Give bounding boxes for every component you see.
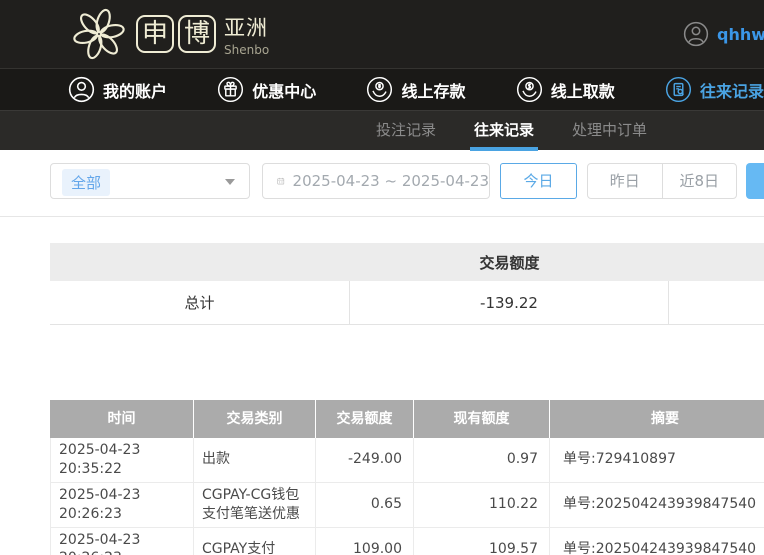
logo-region-text: 亚洲 (224, 12, 269, 42)
date-range-input[interactable]: 2025-04-23 ~ 2025-04-23 (262, 163, 490, 199)
user-avatar-icon (683, 21, 709, 47)
cell-time: 2025-04-23 20:26:23 (50, 528, 194, 555)
site-header: 申 博 亚洲 Shenbo qhhw (0, 0, 764, 68)
page: 申 博 亚洲 Shenbo qhhw (0, 0, 764, 555)
logo-flower-icon (70, 5, 128, 63)
chevron-down-icon (225, 179, 235, 185)
tab-transaction-records[interactable]: 往来记录 (470, 111, 538, 151)
cell-balance: 110.22 (414, 483, 550, 528)
yesterday-button[interactable]: 昨日 (588, 164, 663, 198)
col-header-summary: 摘要 (550, 400, 764, 438)
tab-betting-records[interactable]: 投注记录 (372, 111, 440, 151)
type-select[interactable]: 全部 (50, 163, 250, 199)
main-nav: 我的账户 优惠中心 线上存款 (0, 68, 764, 110)
table-row: 2025-04-23 20:26:23 CGPAY-CG钱包支付笔笔送优惠 0.… (50, 483, 764, 528)
nav-item-withdraw[interactable]: 线上取款 (516, 76, 615, 103)
username: qhhw (717, 25, 764, 44)
summary-empty-cell (669, 281, 764, 325)
gift-icon (217, 76, 244, 103)
nav-item-label: 线上存款 (401, 78, 465, 102)
cell-type: 出款 (194, 438, 316, 483)
summary-header-label: 交易额度 (350, 252, 669, 273)
cell-summary: 单号:729410897 (550, 438, 764, 483)
calendar-icon (277, 173, 285, 189)
summary-total-label: 总计 (50, 281, 350, 325)
logo-char-shen: 申 (136, 15, 174, 53)
summary-total-value: -139.22 (350, 281, 669, 325)
type-select-value: 全部 (62, 169, 110, 196)
cell-summary: 单号:202504243939847540 (550, 528, 764, 555)
cell-amount: 109.00 (316, 528, 414, 555)
quick-date-buttons: 昨日 近8日 (587, 163, 737, 199)
nav-item-deposit[interactable]: 线上存款 (366, 76, 465, 103)
summary-table: 交易额度 总计 -139.22 (50, 243, 764, 325)
cell-type: CGPAY-CG钱包支付笔笔送优惠 (194, 483, 316, 528)
col-header-amount: 交易额度 (316, 400, 414, 438)
user-account[interactable]: qhhw (683, 0, 764, 68)
col-header-type: 交易类别 (194, 400, 316, 438)
logo: 申 博 亚洲 Shenbo (70, 5, 269, 63)
today-button[interactable]: 今日 (500, 163, 577, 199)
last-8-days-button[interactable]: 近8日 (663, 164, 737, 198)
table-row: 2025-04-23 20:26:23 CGPAY支付 109.00 109.5… (50, 528, 764, 555)
nav-item-label: 优惠中心 (252, 78, 316, 102)
cell-balance: 109.57 (414, 528, 550, 555)
nav-item-promotions[interactable]: 优惠中心 (217, 76, 316, 103)
summary-total-row: 总计 -139.22 (50, 281, 764, 325)
search-button[interactable] (746, 163, 764, 199)
records-table: 时间 交易类别 交易额度 现有额度 摘要 2025-04-23 20:35:22… (50, 400, 764, 555)
deposit-hand-coin-icon (366, 76, 393, 103)
nav-item-label: 往来记录 (700, 78, 764, 102)
cell-balance: 0.97 (414, 438, 550, 483)
cell-summary: 单号:202504243939847540 (550, 483, 764, 528)
summary-header-row: 交易额度 (50, 243, 764, 281)
logo-subtitle: Shenbo (224, 43, 269, 57)
records-document-icon (665, 76, 692, 103)
table-row: 2025-04-23 20:35:22 出款 -249.00 0.97 单号:7… (50, 438, 764, 483)
nav-item-records[interactable]: 往来记录 (665, 76, 764, 103)
user-icon (68, 76, 95, 103)
nav-item-my-account[interactable]: 我的账户 (68, 76, 167, 103)
records-header-row: 时间 交易类别 交易额度 现有额度 摘要 (50, 400, 764, 438)
cell-type: CGPAY支付 (194, 528, 316, 555)
logo-char-bo: 博 (178, 15, 216, 53)
filter-bar: 全部 2025-04-23 ~ 2025-04-23 今日 昨日 近8日 (0, 163, 764, 199)
tab-processing-orders[interactable]: 处理中订单 (568, 111, 651, 151)
sub-nav: 投注记录 往来记录 处理中订单 (0, 110, 764, 150)
cell-amount: -249.00 (316, 438, 414, 483)
section-divider (0, 216, 764, 217)
col-header-time: 时间 (50, 400, 194, 438)
cell-time: 2025-04-23 20:35:22 (50, 438, 194, 483)
cell-amount: 0.65 (316, 483, 414, 528)
date-range-value: 2025-04-23 ~ 2025-04-23 (293, 172, 489, 190)
cell-time: 2025-04-23 20:26:23 (50, 483, 194, 528)
nav-item-label: 线上取款 (551, 78, 615, 102)
withdraw-hand-coin-icon (516, 76, 543, 103)
col-header-balance: 现有额度 (414, 400, 550, 438)
nav-item-label: 我的账户 (103, 78, 167, 102)
logo-region-block: 亚洲 Shenbo (224, 12, 269, 57)
